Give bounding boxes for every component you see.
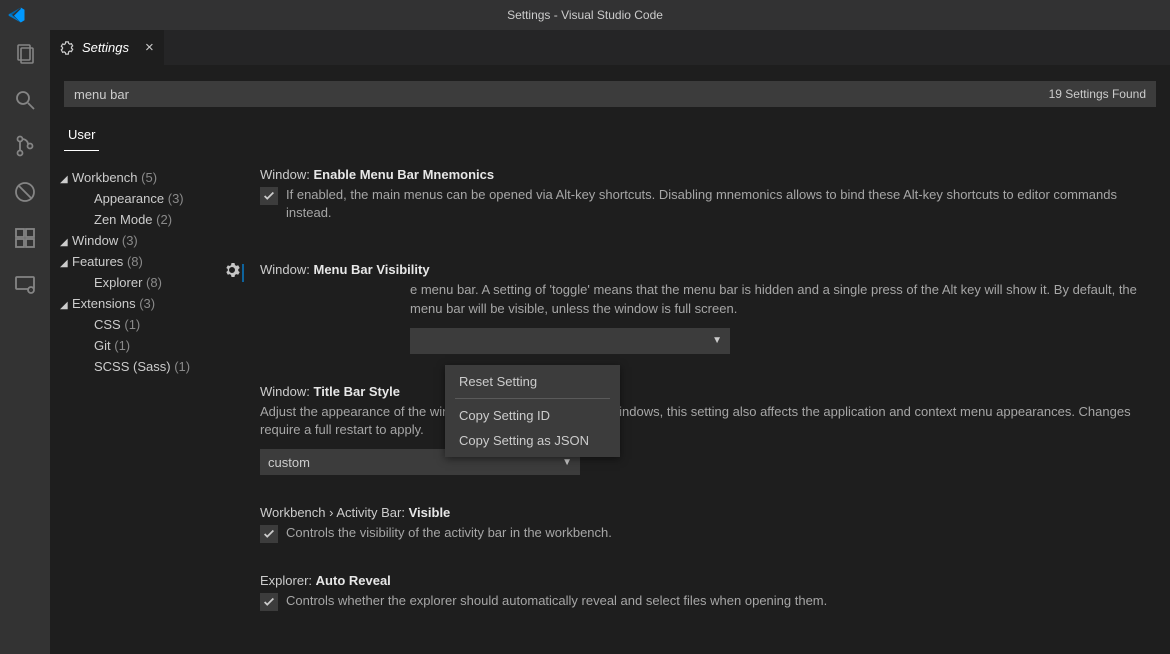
setting-explorer-auto-reveal: Explorer: Auto Reveal Controls whether t… — [260, 573, 1160, 611]
toc-workbench[interactable]: ◢Workbench (5) — [54, 167, 230, 188]
setting-activity-bar-visible: Workbench › Activity Bar: Visible Contro… — [260, 505, 1160, 543]
toc-git[interactable]: Git (1) — [54, 335, 230, 356]
chevron-down-icon: ▼ — [562, 457, 572, 468]
modified-indicator — [242, 264, 244, 282]
vscode-logo-icon — [8, 6, 26, 27]
explorer-icon[interactable] — [11, 40, 39, 68]
scope-tab-user[interactable]: User — [64, 121, 99, 151]
toc-window[interactable]: ◢Window (3) — [54, 230, 230, 251]
setting-menu-bar-visibility: Window: Menu Bar Visibility e menu bar. … — [260, 262, 1160, 353]
toc-explorer[interactable]: Explorer (8) — [54, 272, 230, 293]
checkbox[interactable] — [260, 187, 278, 205]
toc-extensions[interactable]: ◢Extensions (3) — [54, 293, 230, 314]
menu-reset-setting[interactable]: Reset Setting — [445, 369, 620, 394]
activity-bar — [0, 30, 50, 654]
menu-separator — [455, 398, 610, 399]
gear-icon — [60, 41, 74, 55]
source-control-icon[interactable] — [11, 132, 39, 160]
toc-appearance[interactable]: Appearance (3) — [54, 188, 230, 209]
tab-bar: Settings × — [50, 30, 1170, 65]
debug-icon[interactable] — [11, 178, 39, 206]
search-icon[interactable] — [11, 86, 39, 114]
chevron-down-icon: ▼ — [712, 335, 722, 346]
menu-copy-setting-id[interactable]: Copy Setting ID — [445, 403, 620, 428]
toc-features[interactable]: ◢Features (8) — [54, 251, 230, 272]
remote-icon[interactable] — [11, 270, 39, 298]
search-result-count: 19 Settings Found — [1039, 81, 1156, 107]
setting-title-bar-style: Window: Title Bar Style Adjust the appea… — [260, 384, 1160, 475]
toc-zen-mode[interactable]: Zen Mode (2) — [54, 209, 230, 230]
toc-css[interactable]: CSS (1) — [54, 314, 230, 335]
menu-bar-visibility-select[interactable]: ▼ — [410, 328, 730, 354]
checkbox[interactable] — [260, 525, 278, 543]
toc-scss[interactable]: SCSS (Sass) (1) — [54, 356, 230, 377]
tab-label: Settings — [82, 40, 129, 55]
setting-enable-menu-bar-mnemonics: Window: Enable Menu Bar Mnemonics If ena… — [260, 167, 1160, 222]
close-icon[interactable]: × — [145, 39, 154, 56]
settings-search-input[interactable] — [64, 81, 1039, 107]
menu-copy-setting-json[interactable]: Copy Setting as JSON — [445, 428, 620, 453]
setting-gear-icon[interactable] — [224, 262, 240, 281]
checkbox[interactable] — [260, 593, 278, 611]
settings-toc: ◢Workbench (5) Appearance (3) Zen Mode (… — [50, 167, 230, 646]
window-title: Settings - Visual Studio Code — [507, 8, 663, 22]
settings-list: Window: Enable Menu Bar Mnemonics If ena… — [230, 167, 1170, 646]
extensions-icon[interactable] — [11, 224, 39, 252]
titlebar: Settings - Visual Studio Code — [0, 0, 1170, 30]
setting-context-menu: Reset Setting Copy Setting ID Copy Setti… — [445, 365, 620, 457]
tab-settings[interactable]: Settings × — [50, 30, 164, 65]
